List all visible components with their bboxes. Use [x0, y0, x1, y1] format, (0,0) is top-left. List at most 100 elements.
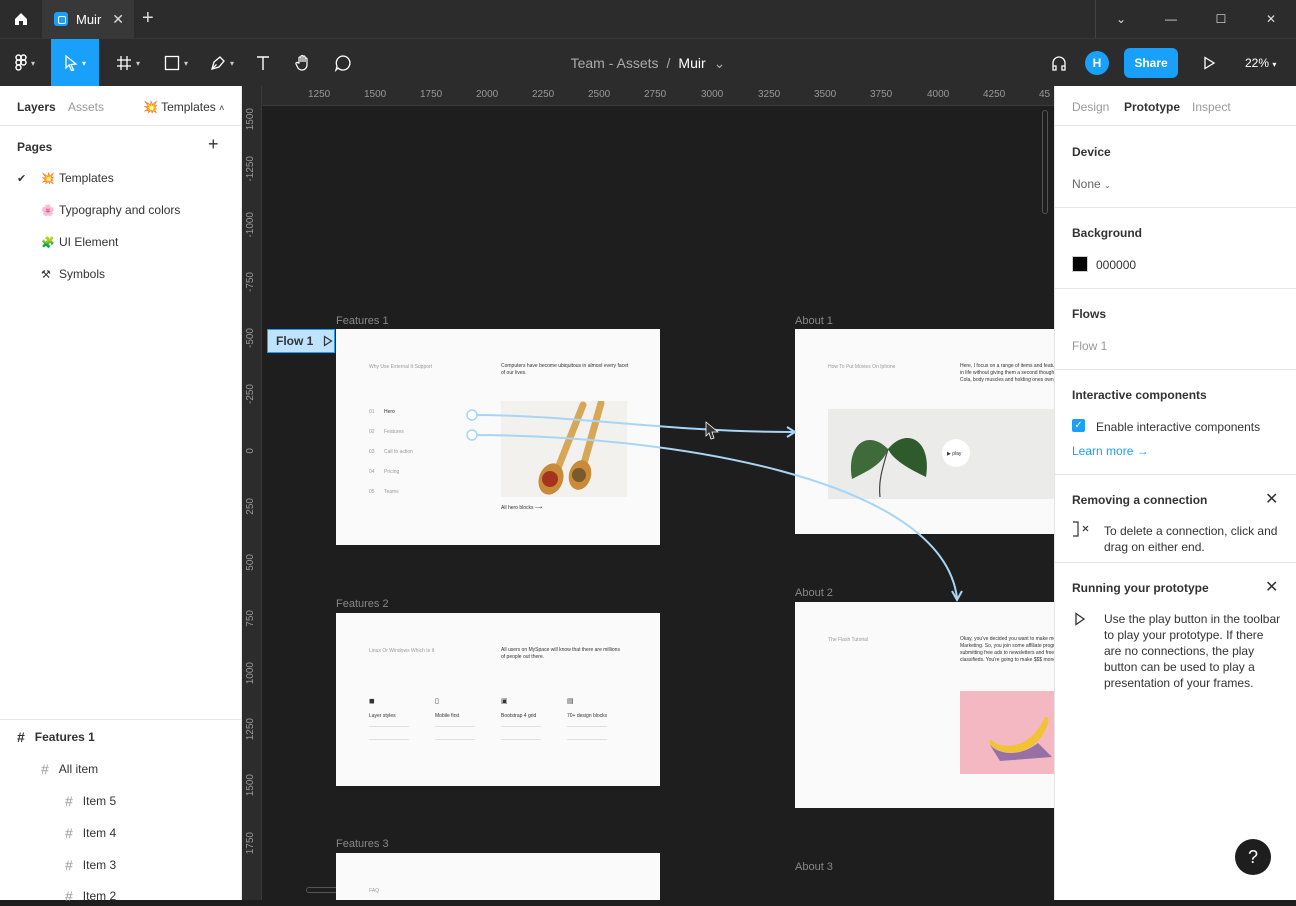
removing-text: To delete a connection, click and drag o…: [1104, 524, 1278, 554]
page-item-symbols[interactable]: ⚒ Symbols: [17, 264, 105, 284]
interactive-checkbox[interactable]: ✓: [1072, 419, 1085, 432]
page-label: UI Element: [59, 235, 119, 249]
device-heading: Device: [1072, 145, 1111, 159]
layer-item-5[interactable]: # Item 5: [65, 791, 116, 811]
hand-icon: [295, 54, 308, 71]
new-tab-button[interactable]: +: [142, 7, 154, 30]
chevron-down-icon: ▾: [135, 58, 140, 68]
frame-tool[interactable]: ▾: [108, 39, 148, 87]
zoom-value: 22%: [1245, 56, 1270, 70]
interactive-heading: Interactive components: [1072, 388, 1207, 402]
close-hint-button[interactable]: ✕: [1265, 577, 1278, 597]
page-item-ui-element[interactable]: 🧩 UI Element: [17, 232, 118, 252]
figma-file-icon: [54, 12, 68, 26]
home-icon: [15, 13, 27, 25]
layer-label: Item 3: [82, 858, 117, 872]
comment-tool[interactable]: [330, 39, 356, 87]
close-hint-button[interactable]: ✕: [1265, 489, 1278, 509]
tab-assets[interactable]: Assets: [68, 100, 104, 114]
home-button[interactable]: [0, 0, 42, 38]
chevron-down-icon: ▾: [30, 58, 35, 68]
checkmark-icon: ✔: [17, 172, 27, 185]
shape-tool[interactable]: ▾: [156, 39, 196, 87]
mouse-cursor-icon: [705, 421, 720, 440]
help-button[interactable]: ?: [1235, 839, 1271, 875]
canvas[interactable]: 1250 1500 1750 2000 2250 2500 2750 3000 …: [242, 86, 1054, 900]
device-section: Device None ⌄: [1055, 127, 1296, 208]
tab-inspect[interactable]: Inspect: [1192, 100, 1231, 114]
layer-all-item[interactable]: # All item: [41, 759, 98, 779]
interactive-components-section: Interactive components ✓ Enable interact…: [1055, 370, 1296, 475]
frame-icon: #: [65, 825, 73, 841]
puzzle-icon: 🧩: [41, 236, 55, 249]
connection-features-to-about-2: [471, 434, 958, 599]
layer-item-2[interactable]: # Item 2: [65, 886, 116, 906]
add-page-button[interactable]: +: [208, 134, 219, 155]
disconnect-icon: [1073, 521, 1089, 537]
tab-prototype[interactable]: Prototype: [1124, 100, 1180, 114]
chevron-down-icon: ⌄: [1115, 12, 1127, 26]
move-tool[interactable]: ▾: [51, 39, 99, 87]
layer-item-4[interactable]: # Item 4: [65, 823, 116, 843]
page-item-typography[interactable]: 🌸 Typography and colors: [17, 200, 180, 220]
prototype-connections: [466, 409, 963, 603]
explosion-icon: 💥: [143, 100, 158, 114]
page-item-templates[interactable]: ✔ 💥 Templates: [17, 168, 114, 188]
avatar[interactable]: H: [1085, 51, 1109, 75]
background-hex[interactable]: 000000: [1096, 258, 1136, 272]
background-swatch[interactable]: [1072, 256, 1088, 272]
page-menu[interactable]: 💥 Templates ˄: [143, 100, 224, 114]
hand-tool[interactable]: [290, 39, 316, 87]
layer-features-1[interactable]: # Features 1: [17, 727, 95, 747]
device-select[interactable]: None ⌄: [1072, 177, 1111, 191]
present-button[interactable]: [1196, 39, 1222, 87]
interactive-checkbox-label: Enable interactive components: [1096, 420, 1261, 434]
play-icon: [1204, 56, 1216, 70]
page-menu-label: Templates: [161, 100, 216, 114]
collapse-button[interactable]: ⌄: [1096, 0, 1146, 38]
tab-design[interactable]: Design: [1072, 100, 1109, 114]
explosion-icon: 💥: [41, 172, 55, 185]
tab-close-button[interactable]: ✕: [112, 11, 124, 28]
learn-more-link[interactable]: Learn more →: [1072, 444, 1149, 458]
removing-heading: Removing a connection: [1072, 493, 1208, 507]
chevron-down-icon: ▾: [1272, 60, 1277, 69]
breadcrumb-team[interactable]: Team - Assets: [571, 55, 659, 71]
flows-section: Flows Flow 1: [1055, 289, 1296, 370]
pages-heading: Pages: [17, 140, 53, 154]
running-heading: Running your prototype: [1072, 581, 1209, 595]
connection-handle: [466, 409, 478, 421]
chevron-down-icon: ▾: [183, 58, 188, 68]
share-button[interactable]: Share: [1124, 48, 1178, 78]
layer-item-3[interactable]: # Item 3: [65, 855, 116, 875]
audio-button[interactable]: [1046, 39, 1072, 87]
comment-icon: [334, 55, 351, 72]
flower-icon: 🌸: [41, 204, 55, 217]
breadcrumb-file[interactable]: Muir: [678, 55, 705, 71]
file-menu-caret[interactable]: ⌄: [714, 55, 726, 72]
pen-tool[interactable]: ▾: [202, 39, 242, 87]
breadcrumb-separator: /: [666, 55, 671, 71]
zoom-menu[interactable]: 22% ▾: [1245, 56, 1276, 70]
chevron-down-icon: ▾: [229, 58, 234, 68]
figma-logo-icon: [15, 54, 27, 71]
layer-label: All item: [58, 762, 99, 776]
tools-icon: ⚒: [41, 268, 51, 281]
right-panel: Design Prototype Inspect Device None ⌄ B…: [1054, 86, 1296, 900]
layer-label: Item 4: [82, 826, 117, 840]
connection-hero-to-about-1: [471, 414, 794, 433]
flow-item[interactable]: Flow 1: [1072, 339, 1107, 353]
tab-layers[interactable]: Layers: [17, 100, 56, 114]
headphones-icon: [1052, 56, 1066, 71]
maximize-button[interactable]: ☐: [1196, 0, 1246, 38]
text-tool[interactable]: [250, 39, 276, 87]
right-panel-tabs: Design Prototype Inspect: [1055, 86, 1296, 126]
left-panel: Layers Assets 💥 Templates ˄ Pages + ✔ 💥 …: [0, 86, 242, 904]
file-tab[interactable]: Muir ✕: [42, 0, 134, 38]
left-panel-tabs: Layers Assets 💥 Templates ˄: [0, 86, 241, 126]
main-menu-button[interactable]: ▾: [0, 39, 50, 87]
text-icon: [257, 56, 269, 70]
close-window-button[interactable]: ✕: [1246, 0, 1296, 38]
minimize-button[interactable]: —: [1146, 0, 1196, 38]
pen-icon: [211, 56, 225, 70]
